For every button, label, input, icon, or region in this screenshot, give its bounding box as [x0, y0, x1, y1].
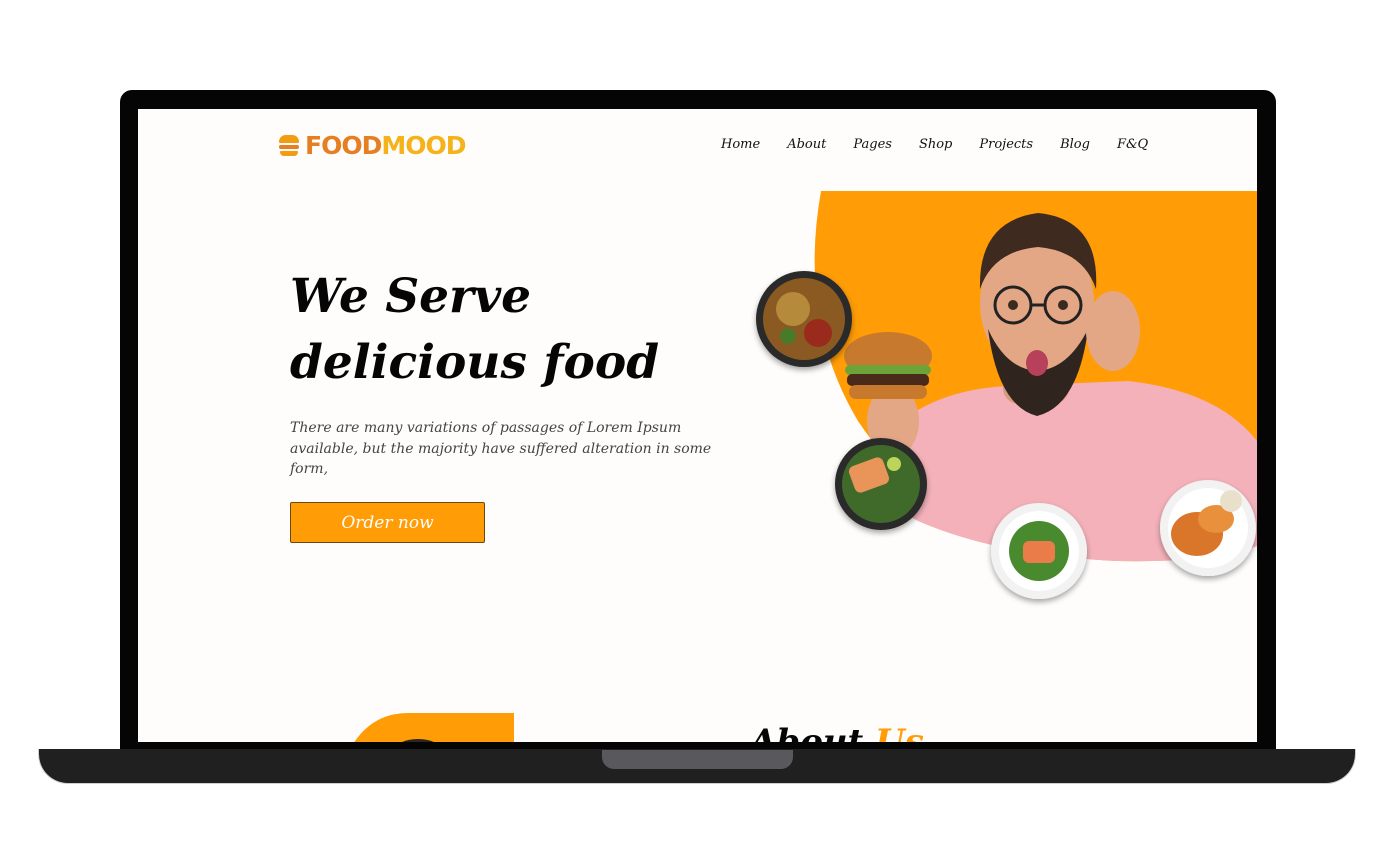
nav-item-about[interactable]: About	[787, 136, 826, 154]
nav-item-blog[interactable]: Blog	[1060, 136, 1090, 154]
nav-item-projects[interactable]: Projects	[979, 136, 1033, 154]
about-image-peek	[354, 713, 514, 742]
about-section-title: About Us	[750, 720, 924, 742]
laptop-notch	[602, 750, 793, 769]
site-logo[interactable]: FOODMOOD	[279, 131, 466, 161]
plate-salmon-greens	[835, 438, 927, 530]
plate-salmon-salad	[991, 503, 1087, 599]
hero-image	[756, 191, 1257, 599]
about-title-part2: Us	[875, 722, 924, 742]
order-now-button[interactable]: Order now	[290, 502, 485, 543]
browser-screen: FOODMOOD Home About Pages Shop Projects …	[138, 109, 1257, 742]
logo-text-mood: MOOD	[381, 131, 466, 160]
main-nav: Home About Pages Shop Projects Blog F&Q	[721, 136, 1148, 154]
nav-item-shop[interactable]: Shop	[919, 136, 952, 154]
nav-item-faq[interactable]: F&Q	[1117, 136, 1148, 154]
nav-item-home[interactable]: Home	[721, 136, 760, 154]
plate-chickpea-salad	[756, 271, 852, 367]
burger	[844, 332, 932, 399]
burger-logo-icon	[279, 135, 299, 157]
nav-item-pages[interactable]: Pages	[853, 136, 892, 154]
logo-text-food: FOOD	[305, 131, 382, 160]
about-title-part1: About	[750, 722, 864, 742]
hero-description: There are many variations of passages of…	[290, 420, 712, 477]
hero-title: We Serve delicious food	[290, 269, 660, 390]
plate-grilled-chicken	[1160, 480, 1256, 576]
